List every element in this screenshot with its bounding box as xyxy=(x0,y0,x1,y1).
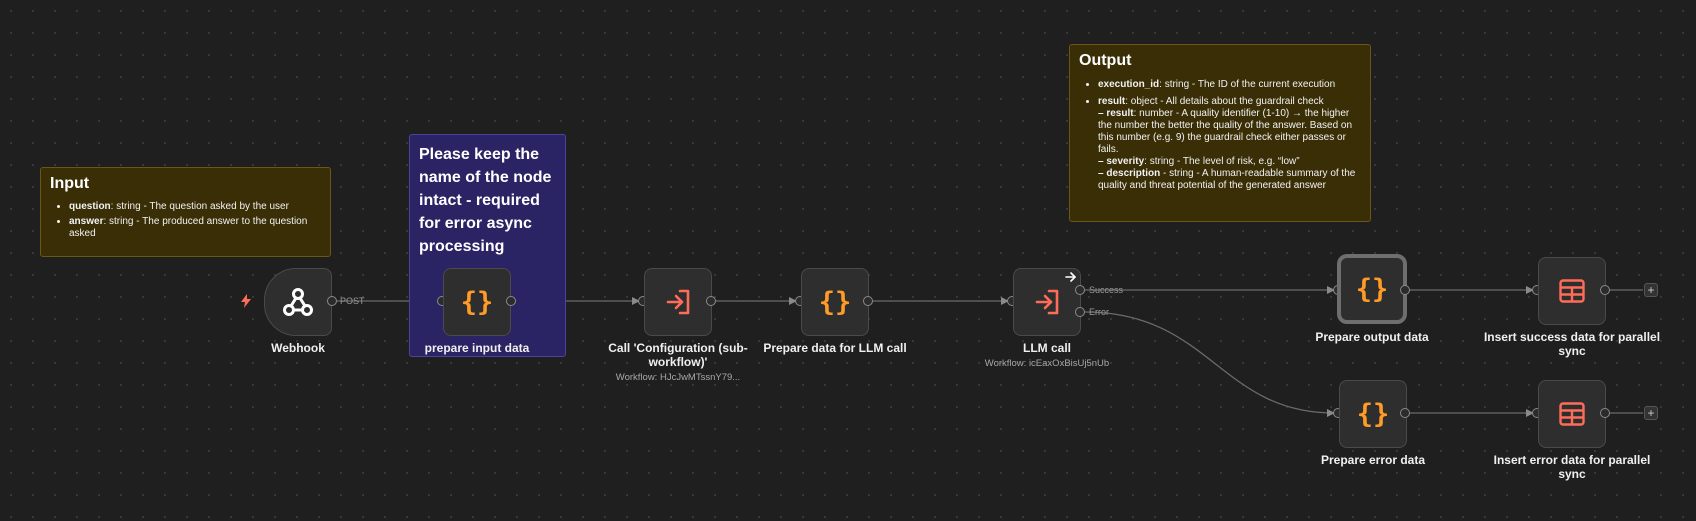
table-icon xyxy=(1559,279,1585,303)
node-prepare-input-data[interactable]: {} xyxy=(443,268,511,336)
node-prepare-error-data-label: Prepare error data xyxy=(1320,453,1426,467)
llm-call-success-port[interactable] xyxy=(1075,285,1085,295)
node-insert-error-data[interactable] xyxy=(1538,380,1606,448)
node-insert-success-data[interactable] xyxy=(1538,257,1606,325)
node-prepare-output-data[interactable]: {} xyxy=(1337,254,1407,324)
output-subfield-description: – description - string - A human-readabl… xyxy=(1098,168,1356,191)
node-prepare-data-for-llm-call-label: Prepare data for LLM call xyxy=(763,341,907,355)
prepare-input-output-port[interactable] xyxy=(506,296,516,306)
node-insert-success-data-label: Insert success data for parallel sync xyxy=(1483,330,1661,358)
output-field-list: execution_id: string - The ID of the cur… xyxy=(1079,79,1361,192)
output-subfield-result: – result: number - A quality identifier … xyxy=(1098,108,1353,155)
code-braces-icon: {} xyxy=(460,286,494,318)
output-field-result: result: object - All details about the g… xyxy=(1098,96,1361,192)
error-output-arrow-icon xyxy=(1065,272,1077,282)
code-braces-icon: {} xyxy=(818,286,852,318)
keep-node-name-text: Please keep the name of the node intact … xyxy=(419,146,552,255)
success-connection-label: Success xyxy=(1089,285,1124,295)
prepare-output-output-port[interactable] xyxy=(1400,285,1410,295)
table-icon xyxy=(1559,402,1585,426)
insert-error-output-port[interactable] xyxy=(1600,408,1610,418)
node-call-configuration[interactable] xyxy=(644,268,712,336)
sticky-note-input-title: Input xyxy=(50,175,90,192)
code-braces-icon: {} xyxy=(1356,398,1390,430)
sticky-note-input[interactable]: Input question: string - The question as… xyxy=(40,167,331,257)
node-call-configuration-workflow-id: Workflow: HJcJwMTssnY79... xyxy=(615,372,741,383)
webhook-output-port[interactable] xyxy=(327,296,337,306)
prepare-llm-output-port[interactable] xyxy=(863,296,873,306)
prepare-error-output-port[interactable] xyxy=(1400,408,1410,418)
execute-workflow-icon xyxy=(664,288,692,316)
call-config-output-port[interactable] xyxy=(706,296,716,306)
llm-call-error-port[interactable] xyxy=(1075,307,1085,317)
trigger-bolt-icon xyxy=(240,294,252,308)
add-node-after-success-button[interactable]: + xyxy=(1644,283,1658,297)
add-node-after-error-button[interactable]: + xyxy=(1644,406,1658,420)
node-call-configuration-label: Call 'Configuration (sub-workflow)' xyxy=(608,341,748,369)
execute-workflow-icon xyxy=(1033,288,1061,316)
node-insert-error-data-label: Insert error data for parallel sync xyxy=(1493,453,1651,481)
node-prepare-data-for-llm-call[interactable]: {} xyxy=(801,268,869,336)
connections-layer xyxy=(337,286,1643,417)
node-llm-call-label: LLM call xyxy=(1022,341,1071,355)
node-prepare-input-data-label: prepare input data xyxy=(424,341,530,355)
input-field-question: question: string - The question asked by… xyxy=(69,201,321,213)
sticky-note-output-title: Output xyxy=(1079,52,1132,69)
sticky-note-output[interactable]: Output execution_id: string - The ID of … xyxy=(1069,44,1371,222)
input-field-answer: answer: string - The produced answer to … xyxy=(69,216,321,240)
node-llm-call-workflow-id: Workflow: icEaxOxBisUj5nUb xyxy=(984,358,1110,369)
node-prepare-error-data[interactable]: {} xyxy=(1339,380,1407,448)
node-prepare-output-data-label: Prepare output data xyxy=(1315,330,1429,344)
error-connection-label: Error xyxy=(1089,307,1109,317)
input-field-list: question: string - The question asked by… xyxy=(50,201,321,240)
node-webhook[interactable] xyxy=(264,268,332,336)
post-connection-label: POST xyxy=(340,296,365,306)
webhook-icon xyxy=(281,285,315,319)
node-webhook-label: Webhook xyxy=(271,341,325,355)
code-braces-icon: {} xyxy=(1355,273,1389,305)
workflow-canvas[interactable]: Input question: string - The question as… xyxy=(0,0,1696,521)
output-field-execution-id: execution_id: string - The ID of the cur… xyxy=(1098,79,1361,91)
output-subfield-severity: – severity: string - The level of risk, … xyxy=(1098,156,1300,167)
insert-success-output-port[interactable] xyxy=(1600,285,1610,295)
